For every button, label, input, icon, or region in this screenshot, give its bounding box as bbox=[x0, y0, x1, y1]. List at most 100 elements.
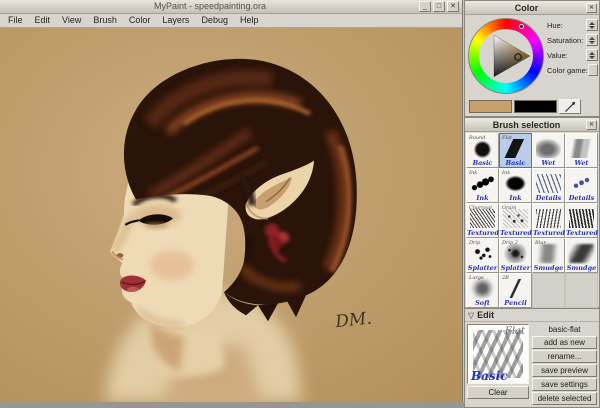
color-game-row: Color game: bbox=[547, 64, 598, 76]
save-settings-button[interactable]: save settings bbox=[532, 378, 597, 391]
brush-stroke-icon bbox=[470, 244, 495, 263]
color-game-label: Color game: bbox=[547, 65, 588, 75]
maximize-icon[interactable]: □ bbox=[433, 1, 445, 12]
delete-selected-button[interactable]: delete selected bbox=[532, 392, 597, 405]
brush-item-details-1[interactable]: Details bbox=[532, 168, 565, 203]
brush-stroke-icon bbox=[569, 244, 594, 263]
color-game-button[interactable] bbox=[587, 64, 598, 76]
brush-item-drip2-splatter[interactable]: Drip 2 Splatter bbox=[499, 238, 532, 273]
brush-stroke-icon bbox=[569, 174, 594, 193]
preview-corner-label: Flat bbox=[504, 326, 525, 337]
menu-edit[interactable]: Edit bbox=[29, 14, 57, 27]
hue-row: Hue: bbox=[547, 19, 598, 31]
edit-actions: basic-flat add as new rename... save pre… bbox=[532, 324, 597, 405]
brush-stroke-icon bbox=[569, 139, 594, 158]
brush-item-textured-3[interactable]: Textured bbox=[532, 203, 565, 238]
brush-stroke-icon bbox=[503, 139, 528, 158]
brush-item-ink-2[interactable]: Ink Ink bbox=[499, 168, 532, 203]
hue-stepper[interactable] bbox=[586, 19, 598, 31]
menu-brush[interactable]: Brush bbox=[87, 14, 123, 27]
brush-slot-empty bbox=[532, 273, 565, 308]
brush-stroke-icon bbox=[503, 209, 528, 228]
value-row: Value: bbox=[547, 49, 598, 61]
brush-item-smudge-2[interactable]: Smudge bbox=[565, 238, 598, 273]
preview-column: Flat Basic Clear bbox=[467, 324, 529, 405]
brush-titlebar[interactable]: Brush selection ✕ bbox=[465, 118, 599, 132]
main-titlebar[interactable]: MyPaint - speedpainting.ora _ □ ✕ bbox=[0, 0, 462, 14]
brush-item-drip-splatter[interactable]: Drip Splatter bbox=[466, 238, 499, 273]
menu-color[interactable]: Color bbox=[123, 14, 157, 27]
brush-stroke-icon bbox=[470, 279, 495, 298]
menu-debug[interactable]: Debug bbox=[195, 14, 234, 27]
menu-file[interactable]: File bbox=[2, 14, 29, 27]
brush-item-textured-4[interactable]: Textured bbox=[565, 203, 598, 238]
brush-preview[interactable]: Flat Basic bbox=[467, 324, 529, 384]
down-arrow-icon bbox=[589, 55, 595, 59]
brush-stroke-icon bbox=[536, 209, 561, 228]
brush-grid: Round Basic Flat Basic Wet Wet Ink Ink Ink I… bbox=[465, 132, 599, 309]
window-title: MyPaint - speedpainting.ora bbox=[153, 1, 267, 11]
brush-item-round-basic[interactable]: Round Basic bbox=[466, 133, 499, 168]
brush-stroke-icon bbox=[569, 209, 594, 228]
artist-signature: DM. bbox=[333, 309, 372, 333]
brush-item-2b-pencil[interactable]: 2B Pencil bbox=[499, 273, 532, 308]
brush-title: Brush selection bbox=[492, 119, 561, 130]
brush-stroke-icon bbox=[503, 244, 528, 263]
menubar: File Edit View Brush Color Layers Debug … bbox=[0, 14, 462, 28]
brush-item-charcoal-textured[interactable]: Charcoal Textured bbox=[466, 203, 499, 238]
menu-view[interactable]: View bbox=[56, 14, 87, 27]
clear-button[interactable]: Clear bbox=[467, 386, 529, 399]
swatch-row bbox=[469, 99, 581, 114]
minimize-icon[interactable]: _ bbox=[419, 1, 431, 12]
secondary-color-swatch[interactable] bbox=[514, 100, 557, 113]
close-icon[interactable]: ✕ bbox=[586, 2, 597, 13]
screen: MyPaint - speedpainting.ora _ □ ✕ File E… bbox=[0, 0, 600, 408]
brush-item-blur-smudge[interactable]: Blur Smudge bbox=[532, 238, 565, 273]
brush-stroke-icon bbox=[470, 139, 495, 158]
color-controls: Hue: Saturation: Value: Color game: bbox=[547, 19, 598, 76]
up-arrow-icon bbox=[589, 21, 595, 25]
hue-marker-icon bbox=[519, 24, 524, 29]
hsv-triangle[interactable] bbox=[480, 30, 532, 82]
brush-stroke-icon bbox=[536, 244, 561, 263]
close-icon[interactable]: ✕ bbox=[447, 1, 459, 12]
brush-stroke-icon bbox=[470, 174, 495, 193]
side-panels: Color ✕ Hue: Saturation: Value: Color ga… bbox=[464, 0, 600, 408]
saturation-stepper[interactable] bbox=[586, 34, 598, 46]
brush-item-wet-1[interactable]: Wet bbox=[532, 133, 565, 168]
add-as-new-button[interactable]: add as new bbox=[532, 336, 597, 349]
painting-canvas[interactable]: DM. bbox=[0, 28, 462, 402]
color-picker-button[interactable] bbox=[559, 99, 581, 114]
color-titlebar[interactable]: Color ✕ bbox=[465, 1, 599, 15]
brush-name-label: basic-flat bbox=[548, 325, 581, 334]
hsv-color-wheel[interactable] bbox=[468, 18, 544, 94]
save-preview-button[interactable]: save preview bbox=[532, 364, 597, 377]
brush-stroke-icon bbox=[470, 209, 495, 228]
down-arrow-icon bbox=[589, 25, 595, 29]
expander-icon[interactable]: ▽ bbox=[468, 311, 474, 320]
brush-item-wet-2[interactable]: Wet bbox=[565, 133, 598, 168]
edit-body: Flat Basic Clear basic-flat add as new r… bbox=[465, 322, 599, 407]
edit-header[interactable]: ▽ Edit bbox=[465, 309, 599, 322]
value-stepper[interactable] bbox=[586, 49, 598, 61]
value-label: Value: bbox=[547, 50, 568, 60]
menu-help[interactable]: Help bbox=[234, 14, 265, 27]
brush-item-details-2[interactable]: Details bbox=[565, 168, 598, 203]
brush-item-grain-textured[interactable]: Grain Textured bbox=[499, 203, 532, 238]
brush-item-ink-1[interactable]: Ink Ink bbox=[466, 168, 499, 203]
brush-item-flat-basic[interactable]: Flat Basic bbox=[499, 133, 532, 168]
brush-stroke-icon bbox=[536, 139, 561, 158]
brush-item-large-soft[interactable]: Large Soft bbox=[466, 273, 499, 308]
down-arrow-icon bbox=[589, 40, 595, 44]
brush-panel: Brush selection ✕ Round Basic Flat Basic W… bbox=[464, 117, 600, 308]
color-title: Color bbox=[514, 2, 539, 13]
menu-layers[interactable]: Layers bbox=[156, 14, 195, 27]
up-arrow-icon bbox=[589, 36, 595, 40]
rename-button[interactable]: rename... bbox=[532, 350, 597, 363]
hue-label: Hue: bbox=[547, 20, 563, 30]
portrait-painting: DM. bbox=[0, 28, 462, 402]
primary-color-swatch[interactable] bbox=[469, 100, 512, 113]
preview-group-label: Basic bbox=[471, 369, 508, 383]
main-window: MyPaint - speedpainting.ora _ □ ✕ File E… bbox=[0, 0, 463, 402]
close-icon[interactable]: ✕ bbox=[586, 119, 597, 130]
